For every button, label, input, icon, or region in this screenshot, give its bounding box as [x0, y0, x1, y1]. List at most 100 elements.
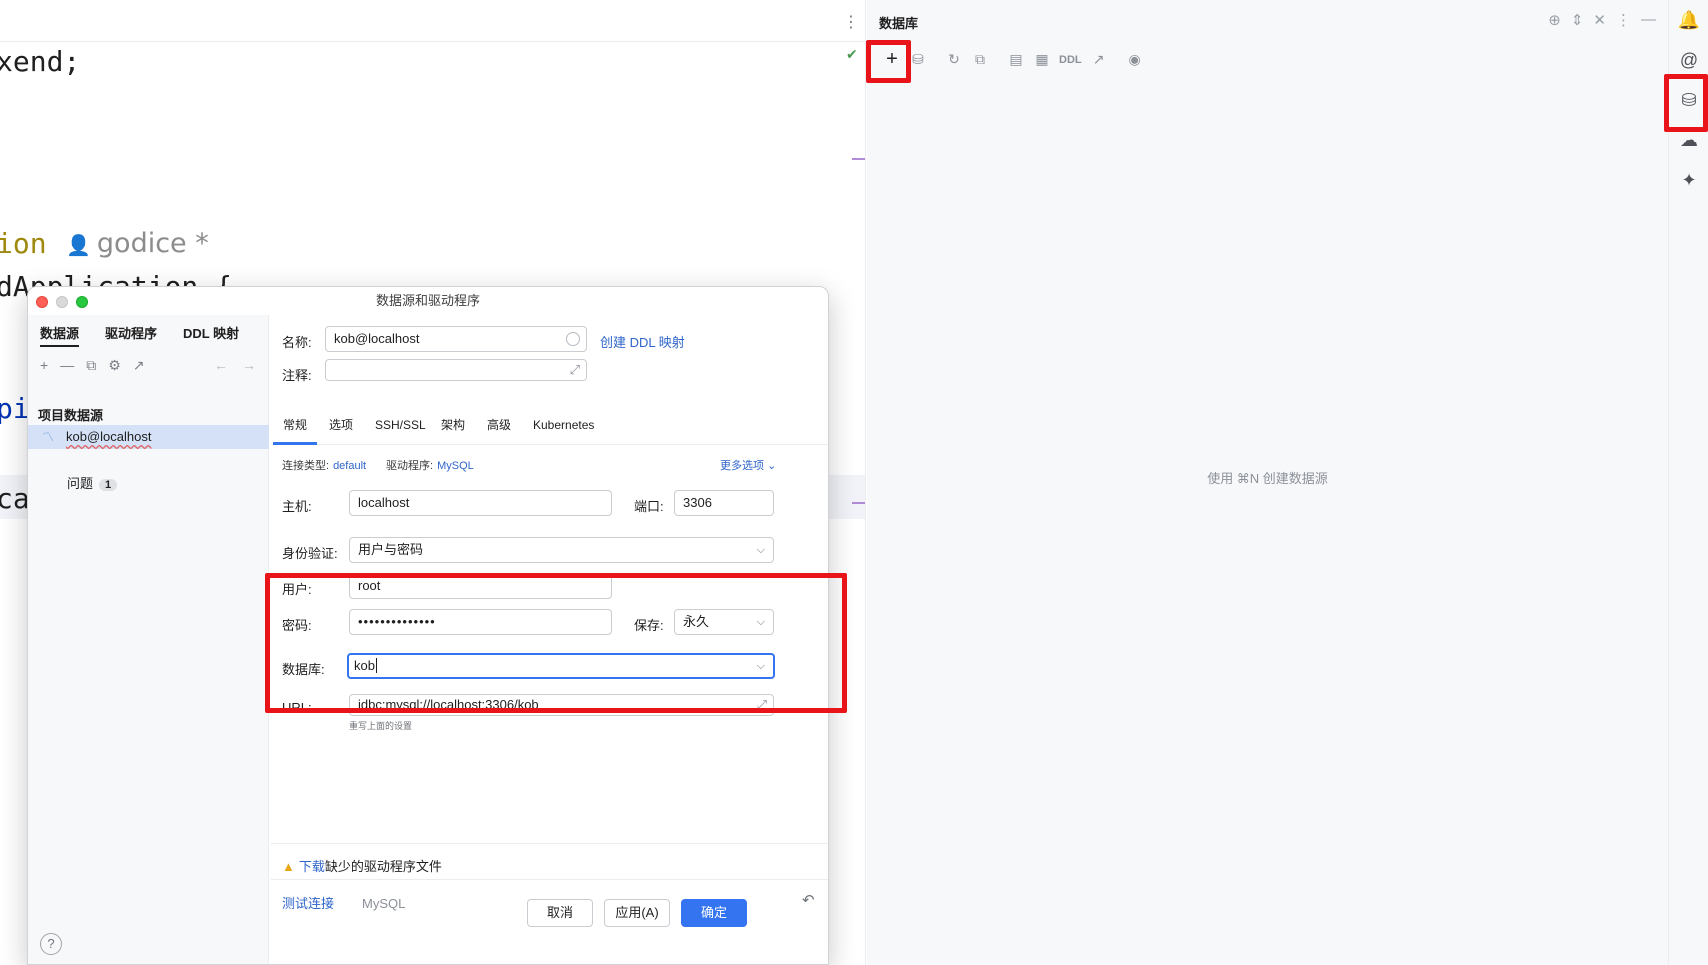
name-label: 名称:: [282, 335, 312, 350]
port-label: 端口:: [634, 499, 664, 514]
ai-assistant-icon[interactable]: @: [1669, 50, 1708, 71]
tab-kubernetes[interactable]: Kubernetes: [523, 407, 604, 445]
more-options-icon[interactable]: ⋮: [843, 12, 859, 32]
query-console-icon[interactable]: ⧉: [971, 51, 989, 68]
close-window-button[interactable]: [36, 296, 48, 308]
driver-value[interactable]: MySQL: [437, 460, 474, 472]
expand-icon[interactable]: ⤢: [757, 695, 767, 715]
table-icon[interactable]: ▦: [1033, 51, 1051, 68]
user-field[interactable]: root: [349, 573, 612, 599]
tab-advanced[interactable]: 高级: [477, 407, 521, 445]
expand-collapse-icon[interactable]: ⇕: [1571, 11, 1584, 29]
minimize-window-button[interactable]: [56, 296, 68, 308]
minimize-icon[interactable]: —: [1641, 11, 1656, 29]
more-options-icon[interactable]: ⋮: [1616, 11, 1631, 29]
auth-select[interactable]: 用户与密码 ⌵: [349, 537, 774, 563]
remove-icon[interactable]: —: [60, 357, 74, 374]
jump-to-source-icon[interactable]: ↗: [1090, 51, 1108, 68]
problems-count-badge: 1: [99, 479, 118, 491]
cancel-button[interactable]: 取消: [527, 899, 593, 927]
forward-arrow-icon[interactable]: →: [242, 357, 256, 373]
chevron-down-icon: ⌵: [756, 544, 765, 556]
notifications-bell-icon[interactable]: 🔔: [1669, 10, 1708, 31]
database-tool-window: 数据库 ⊕ ⇕ ✕ ⋮ — + ⛁ ↻ ⧉ ▤ ▦ DDL ↗ ◉ 使用 ⌘N …: [867, 0, 1668, 965]
password-label: 密码:: [282, 618, 312, 633]
name-field[interactable]: kob@localhost: [325, 326, 587, 352]
datasources-dialog: 数据源和驱动程序 数据源 驱动程序 DDL 映射 + — ⧉ ⚙ ↗ ← → 项…: [27, 286, 829, 965]
url-prefix: jdbc:mysql://localhost:3306/: [358, 697, 518, 712]
duplicate-icon[interactable]: ⧉: [86, 357, 96, 374]
tab-drivers[interactable]: 驱动程序: [105, 323, 157, 347]
right-tool-strip: 🔔 @ ⛁ ☁ ✦: [1668, 0, 1708, 965]
reset-undo-icon[interactable]: ↶: [802, 891, 815, 909]
chevron-down-icon: ⌵: [756, 616, 765, 628]
comment-field[interactable]: ⤢: [325, 359, 587, 381]
password-field[interactable]: ••••••••••••••: [349, 609, 612, 635]
url-label: URL:: [282, 700, 312, 715]
tab-ddl-mappings[interactable]: DDL 映射: [183, 323, 239, 347]
download-link[interactable]: 下载: [299, 859, 325, 874]
help-icon[interactable]: ?: [40, 933, 62, 955]
more-options-link[interactable]: 更多选项 ⌄: [720, 457, 776, 473]
back-arrow-icon[interactable]: ←: [214, 357, 228, 373]
tab-schemas[interactable]: 架构: [431, 407, 475, 445]
expand-icon[interactable]: ⤢: [570, 360, 580, 380]
user-label: 用户:: [282, 582, 312, 597]
plugin-icon[interactable]: ✦: [1669, 170, 1708, 191]
database-label: 数据库:: [282, 662, 325, 677]
host-field[interactable]: localhost: [349, 490, 612, 516]
comment-label: 注释:: [282, 368, 312, 383]
tab-ssh-ssl[interactable]: SSH/SSL: [365, 407, 436, 445]
eye-icon[interactable]: ◉: [1126, 51, 1144, 68]
database-icon[interactable]: ⛁: [1669, 90, 1708, 111]
locate-icon[interactable]: ⊕: [1548, 11, 1561, 29]
create-ddl-mapping-link[interactable]: 创建 DDL 映射: [600, 332, 685, 351]
save-label: 保存:: [634, 618, 664, 633]
apply-button[interactable]: 应用(A): [604, 899, 670, 927]
zoom-window-button[interactable]: [76, 296, 88, 308]
maven-icon[interactable]: ☁: [1669, 130, 1708, 151]
add-datasource-icon[interactable]: +: [883, 48, 901, 71]
author-hint: 👤 godice *: [66, 228, 209, 259]
tab-general[interactable]: 常规: [273, 407, 318, 445]
ddl-button[interactable]: DDL: [1059, 54, 1082, 66]
driver-info: 驱动程序: MySQL: [386, 457, 474, 473]
url-field[interactable]: jdbc:mysql://localhost:3306/kob ⤢: [349, 694, 774, 716]
add-icon[interactable]: +: [40, 357, 48, 374]
connection-type: 连接类型: default: [282, 457, 366, 473]
problems-label: 问题: [67, 476, 94, 491]
problems-item[interactable]: 问题 1: [67, 473, 118, 492]
driver-label: 驱动程序:: [386, 460, 434, 472]
database-field[interactable]: kob ⌵: [347, 653, 775, 679]
list-item[interactable]: 〽 kob@localhost: [28, 425, 269, 449]
ok-button[interactable]: 确定: [681, 899, 747, 927]
code-line: xend;: [0, 45, 81, 78]
test-connection-link[interactable]: 测试连接: [282, 896, 334, 911]
tab-options[interactable]: 选项: [319, 407, 363, 445]
tab-datasources[interactable]: 数据源: [40, 323, 80, 347]
connection-type-value[interactable]: default: [333, 460, 366, 472]
refresh-icon[interactable]: ↻: [945, 51, 963, 68]
warning-icon: ▲: [282, 859, 295, 874]
panel-header-actions: ⊕ ⇕ ✕ ⋮ —: [1548, 11, 1656, 29]
save-select[interactable]: 永久 ⌵: [674, 609, 774, 635]
save-value: 永久: [683, 614, 710, 629]
export-icon[interactable]: ↗: [133, 357, 145, 374]
divider: [271, 843, 828, 844]
name-value: kob@localhost: [334, 331, 420, 346]
driver-name: MySQL: [362, 896, 406, 911]
missing-driver-warning: ▲ 下载缺少的驱动程序文件: [282, 856, 442, 875]
settings-gear-icon[interactable]: ⚙: [108, 357, 121, 374]
code-line: ion: [0, 227, 47, 260]
sidebar-toolbar: + — ⧉ ⚙ ↗: [40, 357, 144, 374]
url-database: kob: [517, 697, 539, 712]
url-hint: 重写上面的设置: [349, 721, 413, 731]
view-editor-icon[interactable]: ▤: [1007, 51, 1025, 68]
port-field[interactable]: 3306: [674, 490, 774, 516]
dialog-sidebar: 数据源 驱动程序 DDL 映射 + — ⧉ ⚙ ↗ ← → 项目数据源 〽 ko…: [28, 315, 269, 964]
sidebar-tabs: 数据源 驱动程序 DDL 映射: [40, 323, 239, 347]
close-icon[interactable]: ✕: [1593, 11, 1606, 29]
color-circle-icon[interactable]: [566, 332, 580, 346]
datasource-properties-icon[interactable]: ⛁: [909, 51, 927, 68]
settings-tabs: 常规 选项 SSH/SSL 架构 高级 Kubernetes: [271, 407, 828, 445]
